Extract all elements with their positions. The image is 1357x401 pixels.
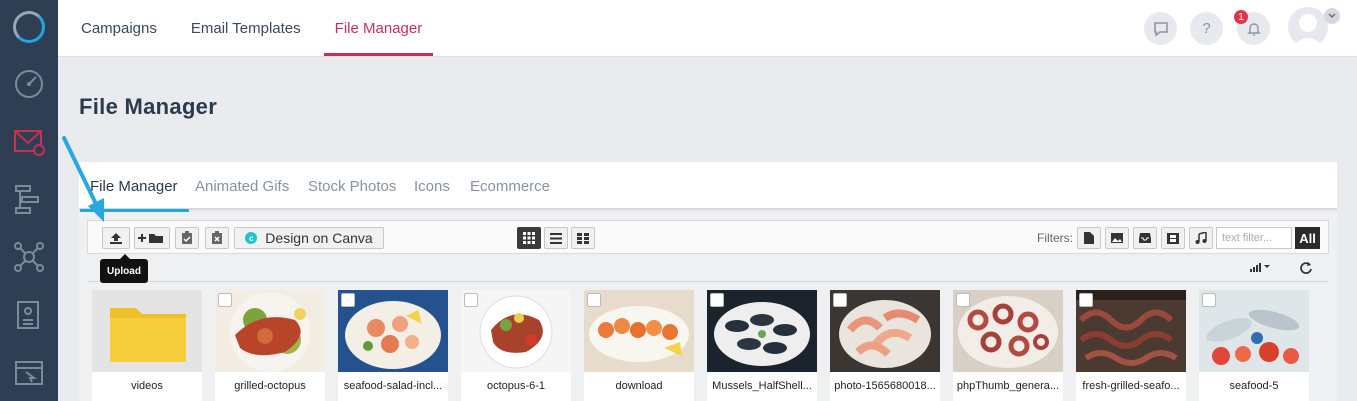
- upload-icon: [110, 232, 122, 244]
- file-item-phpthumb[interactable]: phpThumb_genera...: [953, 290, 1063, 401]
- tab-icons[interactable]: Icons: [414, 162, 450, 210]
- file-name: seafood-salad-incl...: [343, 380, 443, 392]
- file-name: phpThumb_genera...: [956, 380, 1060, 392]
- select-all-button[interactable]: [175, 227, 199, 249]
- file-name: photo-1565680018...: [834, 380, 936, 392]
- folder-icon: [110, 308, 186, 362]
- upload-button[interactable]: [102, 227, 130, 249]
- filter-archives-button[interactable]: [1133, 227, 1157, 249]
- grid-icon: [523, 232, 535, 244]
- file-item-seafood-salad[interactable]: seafood-salad-incl...: [338, 290, 448, 401]
- folder-thumbnail: [92, 290, 202, 372]
- contacts-icon[interactable]: [0, 286, 58, 344]
- chevron-down-icon[interactable]: [1324, 8, 1340, 24]
- delete-button[interactable]: [205, 227, 229, 249]
- help-icon[interactable]: ?: [1190, 12, 1223, 45]
- file-checkbox[interactable]: [218, 293, 232, 307]
- new-folder-button[interactable]: [134, 227, 170, 249]
- sort-icon: [1250, 263, 1270, 272]
- nav-campaigns[interactable]: Campaigns: [70, 0, 168, 57]
- dashboard-icon[interactable]: [0, 54, 58, 112]
- film-icon: [1167, 232, 1179, 244]
- file-item-mussels-halfshell[interactable]: Mussels_HalfShell...: [707, 290, 817, 401]
- notification-badge: 1: [1234, 10, 1248, 24]
- filter-documents-button[interactable]: [1077, 227, 1101, 249]
- file-name: Mussels_HalfShell...: [712, 380, 812, 392]
- file-checkbox[interactable]: [710, 293, 724, 307]
- file-item-fresh-grilled-seafood[interactable]: fresh-grilled-seafo...: [1076, 290, 1186, 401]
- upload-tooltip: Upload: [100, 254, 148, 283]
- clipboard-x-icon: [212, 231, 222, 244]
- file-name: seafood-5: [1229, 380, 1279, 392]
- table-icon: [577, 232, 589, 244]
- file-item-download[interactable]: download: [584, 290, 694, 401]
- image-icon: [1111, 233, 1123, 243]
- filters-label: Filters:: [1037, 231, 1073, 245]
- sidebar: [0, 0, 58, 401]
- file-toolbar: c Design on Canva Filters: All: [87, 220, 1329, 254]
- file-name: grilled-octopus: [234, 380, 306, 392]
- file-checkbox[interactable]: [464, 293, 478, 307]
- file-checkbox[interactable]: [833, 293, 847, 307]
- all-filter-button[interactable]: All: [1295, 227, 1320, 249]
- avatar[interactable]: [1288, 7, 1328, 47]
- file-item-photo-1565680018[interactable]: photo-1565680018...: [830, 290, 940, 401]
- filter-audio-button[interactable]: [1189, 227, 1213, 249]
- nav-file-manager[interactable]: File Manager: [323, 0, 434, 57]
- landing-page-icon[interactable]: [0, 344, 58, 401]
- text-filter-input[interactable]: [1216, 227, 1292, 249]
- filter-videos-button[interactable]: [1161, 227, 1185, 249]
- file-name: download: [615, 380, 663, 392]
- file-subbar: Upload: [87, 254, 1329, 283]
- file-checkbox[interactable]: [587, 293, 601, 307]
- file-name: fresh-grilled-seafo...: [1082, 380, 1180, 392]
- automation-icon[interactable]: [0, 170, 58, 228]
- file-checkbox[interactable]: [1079, 293, 1093, 307]
- page-title: File Manager: [79, 94, 218, 119]
- file-item-octopus-6-1[interactable]: octopus-6-1: [461, 290, 571, 401]
- nav-email-templates[interactable]: Email Templates: [180, 0, 312, 57]
- grid-view-button[interactable]: [517, 227, 541, 249]
- clipboard-check-icon: [182, 231, 192, 244]
- canva-logo-icon: c: [245, 232, 258, 244]
- design-on-canva-button[interactable]: c Design on Canva: [234, 227, 384, 249]
- file-name: videos: [131, 380, 163, 392]
- pointer-arrow-icon: [62, 136, 104, 222]
- file-item-grilled-octopus[interactable]: grilled-octopus: [215, 290, 325, 401]
- file-icon: [1084, 232, 1094, 244]
- list-view-button[interactable]: [544, 227, 568, 249]
- sort-button[interactable]: [1250, 262, 1272, 275]
- file-checkbox[interactable]: [1202, 293, 1216, 307]
- add-folder-icon: [138, 233, 163, 243]
- file-manager-panel: c Design on Canva Filters: All: [79, 212, 1337, 401]
- integrations-icon[interactable]: [0, 228, 58, 286]
- tab-animated-gifs[interactable]: Animated Gifs: [195, 162, 289, 210]
- inbox-icon: [1139, 233, 1151, 243]
- details-view-button[interactable]: [571, 227, 595, 249]
- music-icon: [1195, 232, 1207, 244]
- file-name: octopus-6-1: [486, 380, 546, 392]
- file-manager-tabs: File Manager Animated Gifs Stock Photos …: [79, 162, 1337, 212]
- chat-icon[interactable]: [1144, 12, 1177, 45]
- campaigns-mail-icon[interactable]: [0, 112, 58, 170]
- file-item-seafood-5[interactable]: seafood-5: [1199, 290, 1309, 401]
- refresh-icon[interactable]: [1299, 261, 1313, 275]
- filter-images-button[interactable]: [1105, 227, 1129, 249]
- list-icon: [550, 232, 562, 244]
- file-checkbox[interactable]: [341, 293, 355, 307]
- tab-stock-photos[interactable]: Stock Photos: [308, 162, 396, 210]
- file-item-videos[interactable]: videos: [92, 290, 202, 401]
- app-logo-icon[interactable]: [13, 11, 45, 43]
- file-checkbox[interactable]: [956, 293, 970, 307]
- canva-button-label: Design on Canva: [265, 230, 373, 246]
- tab-ecommerce[interactable]: Ecommerce: [470, 162, 550, 210]
- top-nav: Campaigns Email Templates File Manager: [58, 0, 433, 57]
